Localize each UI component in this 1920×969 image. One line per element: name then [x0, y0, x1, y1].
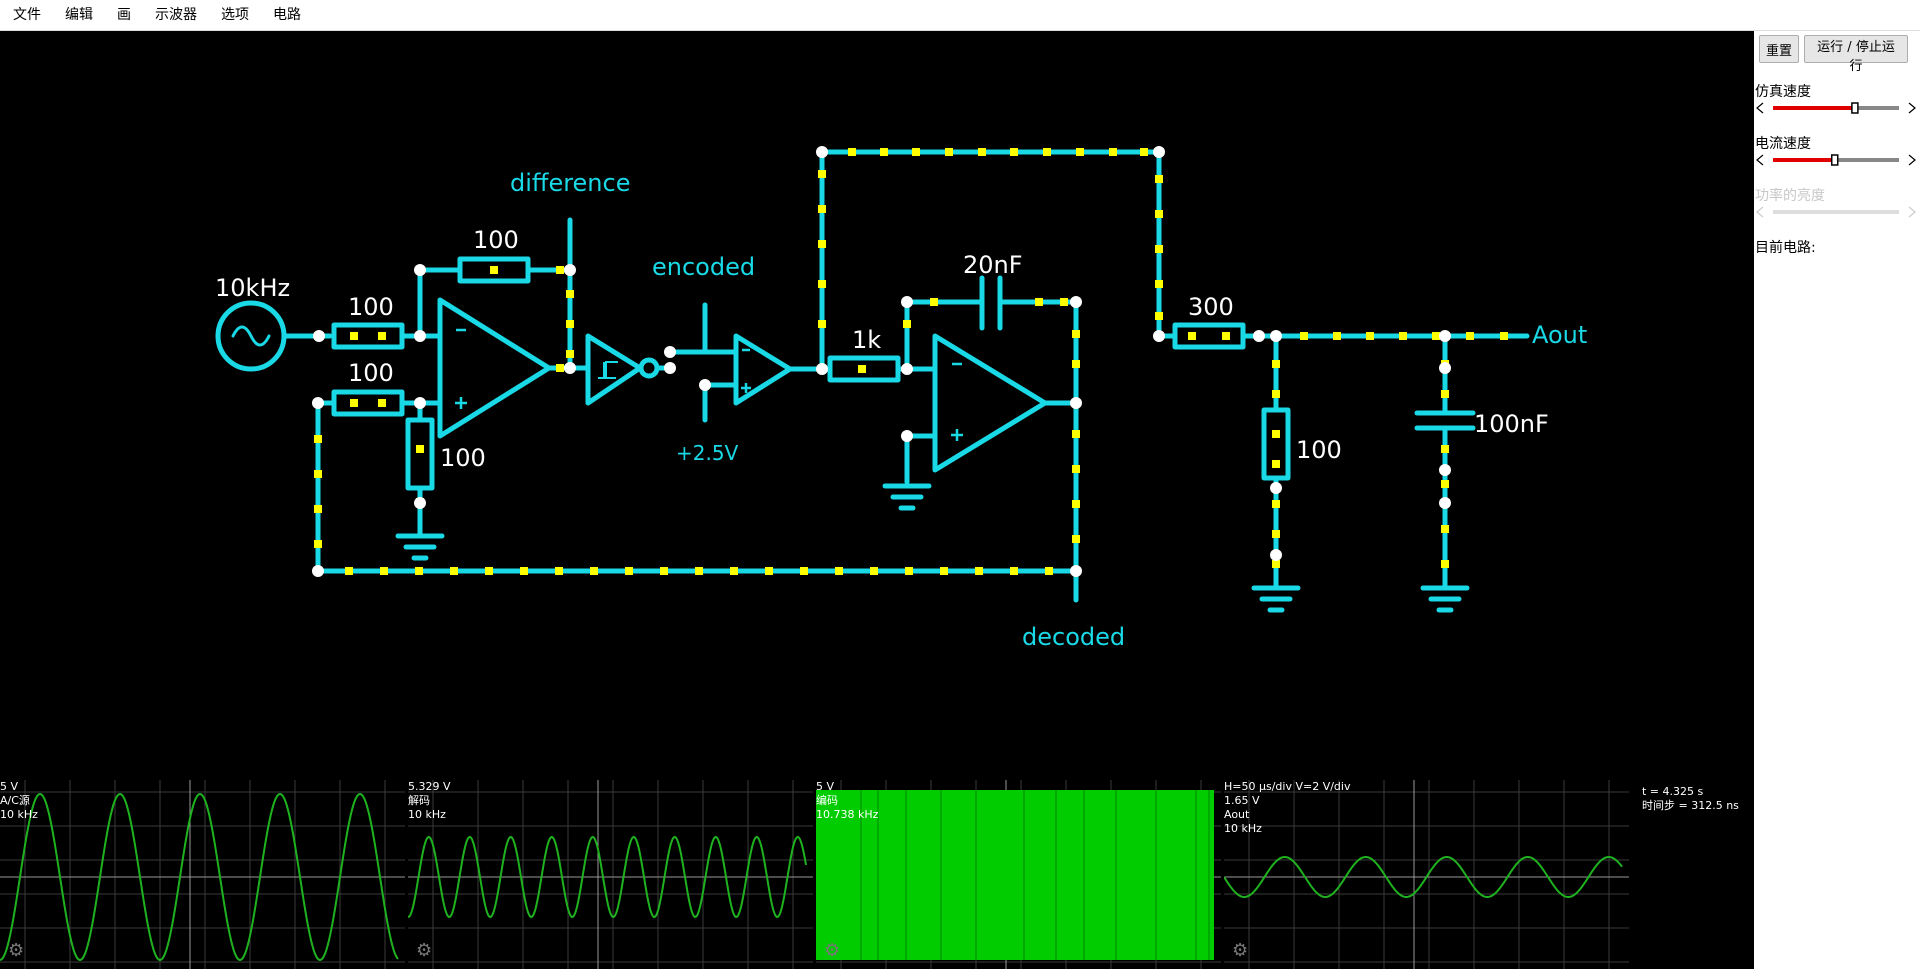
label-r-integrator: 1k	[852, 326, 881, 354]
menu-options[interactable]: 选项	[209, 0, 261, 30]
scope-aout-freq: 10 kHz	[1224, 822, 1262, 835]
current-speed-slider[interactable]	[1755, 153, 1917, 167]
current-speed-label: 电流速度	[1755, 136, 1811, 152]
circuit-diagram[interactable]: 10kHz 100 100 100 100 difference encoded…	[0, 31, 1754, 771]
gear-icon[interactable]: ⚙	[416, 940, 432, 961]
scope-aout-voltage: 1.65 V	[1224, 794, 1260, 807]
resistor-r-in1	[331, 322, 405, 350]
resistor-r-filter	[1172, 322, 1246, 350]
power-brightness-label: 功率的亮度	[1755, 188, 1825, 204]
opamp-difference	[437, 297, 552, 439]
label-source-freq: 10kHz	[215, 274, 290, 302]
scope-aout-scale: H=50 μs/div V=2 V/div	[1224, 780, 1351, 793]
scope-aout-info: H=50 μs/div V=2 V/div 1.65 V Aout 10 kHz	[1224, 780, 1350, 836]
sim-time: t = 4.325 s	[1642, 785, 1704, 798]
scope-decoded[interactable]: 5.329 V 解码 10 kHz ⚙	[408, 780, 813, 969]
label-difference: difference	[510, 169, 630, 197]
label-r-filter: 300	[1188, 293, 1234, 321]
resistor-r-in2	[331, 389, 405, 417]
menu-draw[interactable]: 画	[105, 0, 143, 30]
scope-encoded-freq: 10.738 kHz	[816, 808, 879, 821]
reset-button[interactable]: 重置	[1759, 35, 1799, 63]
label-ref-voltage: +2.5V	[676, 441, 739, 465]
gear-icon[interactable]: ⚙	[8, 940, 24, 961]
scope-decoded-voltage: 5.329 V	[408, 780, 451, 793]
label-aout: Aout	[1532, 321, 1587, 349]
chevron-left-icon	[1756, 206, 1764, 218]
label-encoded: encoded	[652, 253, 755, 281]
chevron-right-icon	[1908, 206, 1916, 218]
label-r-in2: 100	[348, 359, 394, 387]
label-c-filter: 100nF	[1474, 410, 1549, 438]
sim-timestep: 时间步 = 312.5 ns	[1642, 799, 1739, 812]
sidebar: 重置 运行 / 停止运行 仿真速度 电流速度 功率的亮度 目前电路:	[1754, 31, 1920, 969]
scope-decoded-freq: 10 kHz	[408, 808, 446, 821]
scope-ac-source-label: A/C源	[0, 794, 30, 807]
scope-ac-source[interactable]: 5 V A/C源 10 kHz ⚙	[0, 780, 405, 969]
schmitt-trigger	[585, 333, 643, 406]
chevron-right-icon	[1908, 102, 1916, 114]
chevron-left-icon	[1756, 102, 1764, 114]
label-r-ground: 100	[440, 444, 486, 472]
scope-ac-source-voltage: 5 V	[0, 780, 19, 793]
label-r-load: 100	[1296, 436, 1342, 464]
scope-ac-source-trace	[0, 780, 405, 969]
current-speed-thumb	[1830, 154, 1839, 166]
scope-decoded-label: 解码	[408, 794, 430, 807]
scope-aout[interactable]: H=50 μs/div V=2 V/div 1.65 V Aout 10 kHz…	[1224, 780, 1629, 969]
scope-encoded[interactable]: 5 V 编码 10.738 kHz ⚙	[816, 780, 1221, 969]
scope-decoded-trace	[408, 780, 813, 969]
gear-icon[interactable]: ⚙	[824, 940, 840, 961]
scope-ac-source-info: 5 V A/C源 10 kHz	[0, 780, 38, 822]
chevron-right-icon	[1908, 154, 1916, 166]
menu-bar: 文件 编辑 画 示波器 选项 电路	[0, 0, 1920, 31]
scope-aout-label: Aout	[1224, 808, 1250, 821]
resistor-r-ground	[405, 417, 435, 491]
scope-decoded-info: 5.329 V 解码 10 kHz	[408, 780, 451, 822]
power-brightness-slider	[1756, 206, 1916, 218]
sim-speed-slider[interactable]	[1755, 101, 1917, 115]
comparator	[733, 333, 793, 406]
run-stop-button[interactable]: 运行 / 停止运行	[1804, 35, 1908, 74]
scope-encoded-info: 5 V 编码 10.738 kHz	[816, 780, 878, 822]
time-info: t = 4.325 s 时间步 = 312.5 ns	[1642, 785, 1739, 813]
menu-file[interactable]: 文件	[0, 0, 53, 30]
menu-edit[interactable]: 编辑	[53, 0, 105, 30]
current-circuit-label: 目前电路:	[1755, 240, 1816, 256]
scope-encoded-voltage: 5 V	[816, 780, 835, 793]
sim-speed-label: 仿真速度	[1755, 84, 1811, 100]
label-decoded: decoded	[1022, 623, 1125, 651]
gear-icon[interactable]: ⚙	[1232, 940, 1248, 961]
label-c-integrator: 20nF	[963, 251, 1023, 279]
chevron-left-icon	[1756, 154, 1764, 166]
scope-ac-source-freq: 10 kHz	[0, 808, 38, 821]
opamp-integrator	[932, 333, 1048, 473]
scope-encoded-label: 编码	[816, 794, 838, 807]
menu-circuits[interactable]: 电路	[261, 0, 313, 30]
menu-scopes[interactable]: 示波器	[143, 0, 209, 30]
label-r-in1: 100	[348, 293, 394, 321]
sim-speed-thumb	[1851, 102, 1859, 114]
label-r-feedback: 100	[473, 226, 519, 254]
